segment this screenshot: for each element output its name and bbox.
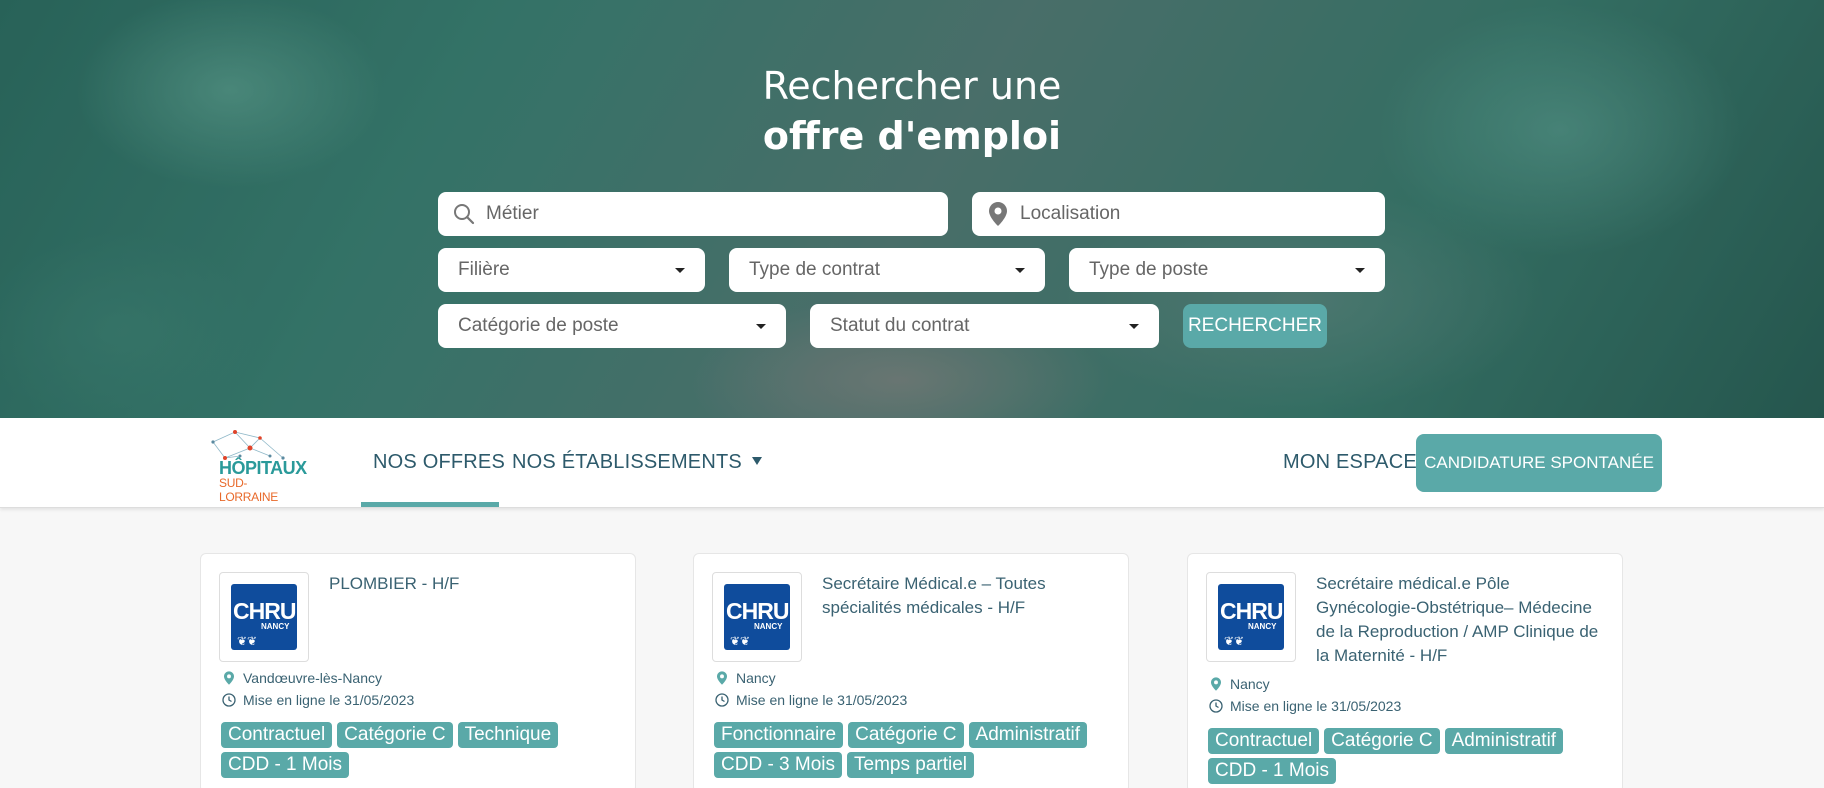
nav-nos-offres[interactable]: NOS OFFRES [373,451,505,474]
location-pin-icon [1206,677,1226,691]
job-location: Nancy [712,670,776,686]
type-contrat-select[interactable]: Type de contrat [729,248,1045,292]
job-location-text: Vandœuvre-lès-Nancy [243,670,383,686]
localisation-placeholder: Localisation [1020,203,1121,224]
job-tag: CDD - 3 Mois [714,752,843,778]
job-tags: Fonctionnaire Catégorie C Administratif … [714,722,1124,778]
type-contrat-label: Type de contrat [749,259,880,280]
logo-text-sud-lorraine: SUD-LORRAINE [219,476,278,504]
job-tag: Temps partiel [847,752,975,778]
job-posted-text: Mise en ligne le 31/05/2023 [243,692,415,708]
wave-ornament-icon: ❦❦ [237,634,258,648]
job-tag: Catégorie C [1324,728,1440,754]
logo-nancy-text: NANCY [1248,622,1277,631]
localisation-input[interactable]: Localisation [972,192,1385,236]
clock-icon [1206,699,1226,713]
job-location-text: Nancy [1230,676,1270,692]
metier-input[interactable]: Métier [438,192,948,236]
job-posted-date: Mise en ligne le 31/05/2023 [1206,698,1401,714]
filiere-select[interactable]: Filière [438,248,705,292]
job-tag: Catégorie C [848,722,964,748]
statut-contrat-select[interactable]: Statut du contrat [810,304,1159,348]
search-icon [450,203,478,225]
chevron-down-icon [1355,267,1365,273]
logo-nancy-text: NANCY [754,622,783,631]
location-pin-icon [984,202,1012,226]
job-title[interactable]: Secrétaire médical.e Pôle Gynécologie-Ob… [1316,572,1606,668]
job-posted-date: Mise en ligne le 31/05/2023 [712,692,907,708]
job-tag: CDD - 1 Mois [1208,758,1337,784]
job-location: Vandœuvre-lès-Nancy [219,670,382,686]
job-card[interactable]: CHRU NANCY ❦❦ PLOMBIER - H/F Vandœuvre-lès… [200,553,636,788]
chevron-down-icon [1015,267,1025,273]
job-posted-date: Mise en ligne le 31/05/2023 [219,692,414,708]
chevron-down-icon [756,323,766,329]
nav-active-indicator [361,502,499,507]
job-title[interactable]: PLOMBIER - H/F [329,572,619,596]
logo-chru-text: CHRU [1220,598,1283,624]
job-tags: Contractuel Catégorie C Administratif CD… [1208,728,1618,784]
hero-title-line2: offre d'emploi [762,114,1062,158]
wave-ornament-icon: ❦❦ [730,634,751,648]
location-pin-icon [712,671,732,685]
hero-banner: Rechercher une offre d'emploi Métier Loc… [0,0,1824,418]
candidature-spontanee-button[interactable]: CANDIDATURE SPONTANÉE [1416,434,1662,492]
chevron-down-icon [1129,323,1139,329]
job-tag: Contractuel [1208,728,1320,754]
logo-chru-text: CHRU [726,598,789,624]
categorie-poste-label: Catégorie de poste [458,315,619,336]
nav-nos-etablissements[interactable]: NOS ÉTABLISSEMENTS [512,451,762,474]
hero-title-line1: Rechercher une [762,64,1062,108]
filiere-label: Filière [458,259,510,280]
nav-mon-espace[interactable]: MON ESPACE [1283,451,1417,474]
job-location: Nancy [1206,676,1270,692]
job-location-text: Nancy [736,670,776,686]
job-tags: Contractuel Catégorie C Technique CDD - … [221,722,631,778]
job-card[interactable]: CHRU NANCY ❦❦ Secrétaire Médical.e – Toute… [693,553,1129,788]
statut-contrat-label: Statut du contrat [830,315,970,336]
job-posted-text: Mise en ligne le 31/05/2023 [736,692,908,708]
categorie-poste-select[interactable]: Catégorie de poste [438,304,786,348]
location-pin-icon [219,671,239,685]
job-tag: CDD - 1 Mois [221,752,350,778]
job-title[interactable]: Secrétaire Médical.e – Toutes spécialité… [822,572,1112,620]
type-poste-label: Type de poste [1089,259,1209,280]
chru-nancy-logo: CHRU NANCY ❦❦ [1206,572,1296,662]
logo-chru-text: CHRU [233,598,296,624]
job-tag: Technique [457,722,559,748]
job-posted-text: Mise en ligne le 31/05/2023 [1230,698,1402,714]
job-tag: Contractuel [221,722,333,748]
clock-icon [712,693,732,707]
nav-etablissements-label: NOS ÉTABLISSEMENTS [512,451,742,473]
dropdown-triangle-icon [751,457,762,465]
logo-nancy-text: NANCY [261,622,290,631]
chru-nancy-logo: CHRU NANCY ❦❦ [219,572,309,662]
hopitaux-sud-lorraine-logo[interactable]: HÔPITAUX SUD-LORRAINE [205,428,307,504]
wave-ornament-icon: ❦❦ [1224,634,1245,648]
clock-icon [219,693,239,707]
type-poste-select[interactable]: Type de poste [1069,248,1385,292]
job-tag: Administratif [968,722,1088,748]
job-tag: Catégorie C [337,722,453,748]
job-card[interactable]: CHRU NANCY ❦❦ Secrétaire médical.e Pôle Gy… [1187,553,1623,788]
job-tag: Administratif [1444,728,1564,754]
metier-placeholder: Métier [486,203,539,224]
chru-nancy-logo: CHRU NANCY ❦❦ [712,572,802,662]
chevron-down-icon [675,267,685,273]
search-button[interactable]: RECHERCHER [1183,304,1327,348]
job-tag: Fonctionnaire [714,722,844,748]
